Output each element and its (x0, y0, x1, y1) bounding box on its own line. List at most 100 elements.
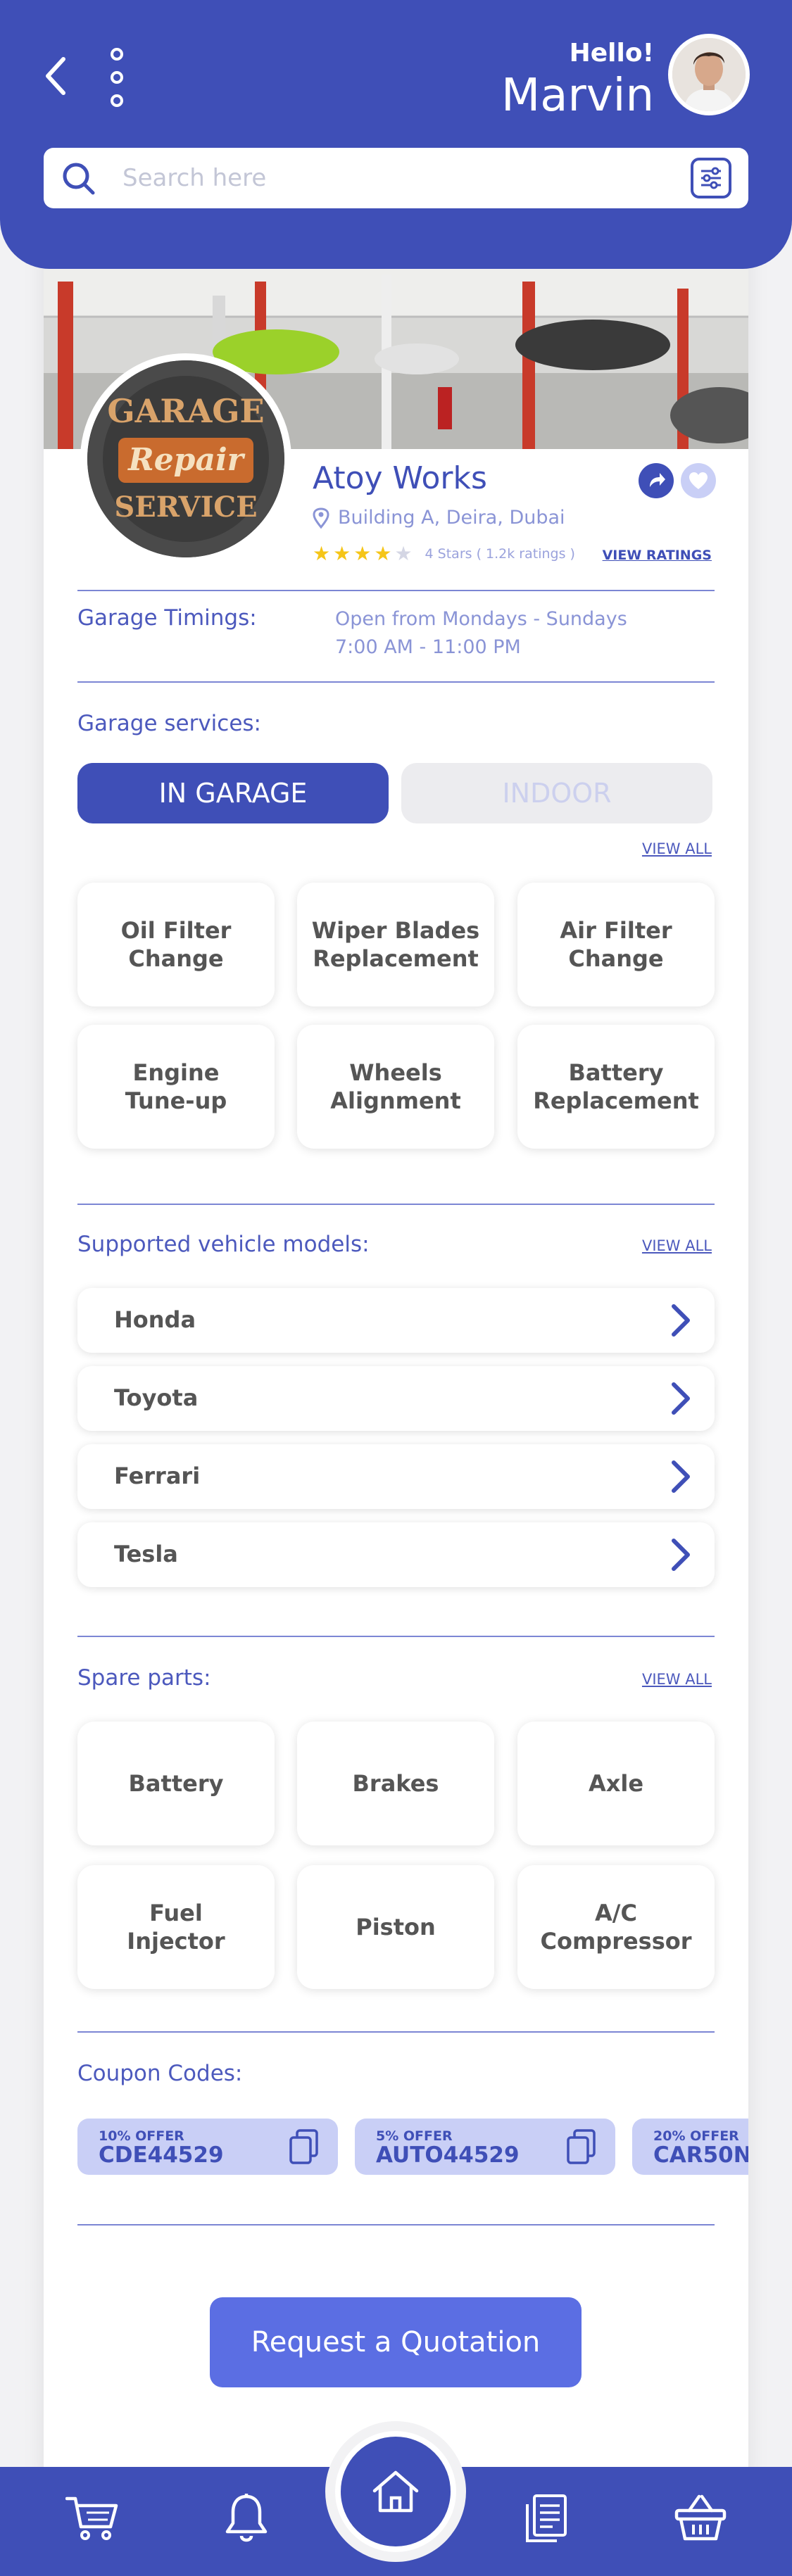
app-header: Hello! Marvin (0, 0, 792, 269)
heart-icon (689, 472, 708, 489)
logo-middle-text: Repair (127, 442, 246, 478)
garage-address: Building A, Deira, Dubai (313, 507, 565, 529)
tile-line: Injector (127, 1928, 225, 1955)
spare-part-tile[interactable]: Battery (77, 1722, 275, 1845)
tile-line: Air Filter (560, 917, 672, 944)
back-button[interactable] (35, 51, 75, 101)
copy-icon[interactable] (566, 2128, 597, 2165)
divider (77, 2031, 715, 2033)
basket-icon (674, 2494, 727, 2541)
vehicle-row[interactable]: Ferrari (77, 1444, 715, 1509)
document-icon (526, 2494, 567, 2542)
star-icon: ★ (374, 542, 392, 565)
bell-icon (225, 2494, 268, 2542)
logo-bottom-text: SERVICE (114, 491, 257, 524)
vehicle-row[interactable]: Honda (77, 1288, 715, 1353)
tile-line: Replacement (533, 1087, 699, 1114)
vehicle-name: Toyota (114, 1384, 199, 1411)
star-icon: ★ (394, 542, 413, 565)
tile-line: Tune-up (125, 1087, 227, 1114)
filter-icon (701, 167, 721, 189)
coupon-card[interactable]: 10% OFFER CDE44529 (77, 2119, 338, 2175)
garage-detail-card: GARAGE Repair SERVICE Atoy Works Buildin… (44, 232, 748, 2485)
tile-line: Oil Filter (120, 917, 232, 944)
spare-part-tile[interactable]: Fuel Injector (77, 1865, 275, 1989)
services-title: Garage services: (77, 711, 262, 736)
service-tile[interactable]: Wheels Alignment (297, 1025, 494, 1149)
spare-part-tile[interactable]: A/C Compressor (517, 1865, 715, 1989)
kebab-menu-icon[interactable] (103, 48, 131, 107)
service-tile[interactable]: Battery Replacement (517, 1025, 715, 1149)
spare-part-tile[interactable]: Brakes (297, 1722, 494, 1845)
nav-home[interactable] (335, 2431, 456, 2552)
nav-documents[interactable] (515, 2487, 578, 2550)
timings-hours: 7:00 AM - 11:00 PM (335, 636, 521, 658)
spare-part-tile[interactable]: Piston (297, 1865, 494, 1989)
service-tile[interactable]: Wiper Blades Replacement (297, 883, 494, 1006)
chevron-right-icon (672, 1304, 690, 1337)
vehicle-row[interactable]: Tesla (77, 1522, 715, 1587)
view-ratings-link[interactable]: VIEW RATINGS (603, 548, 712, 563)
search-bar[interactable] (44, 148, 748, 208)
nav-basket[interactable] (669, 2487, 732, 2550)
nav-cart[interactable] (61, 2487, 124, 2550)
star-icon: ★ (333, 542, 351, 565)
chevron-right-icon (672, 1539, 690, 1571)
request-quotation-button[interactable]: Request a Quotation (210, 2297, 582, 2387)
tile-line: Alignment (330, 1087, 461, 1114)
home-icon (372, 2470, 419, 2513)
tile-line: Compressor (540, 1928, 692, 1955)
search-input[interactable] (122, 158, 658, 198)
vehicle-row[interactable]: Toyota (77, 1366, 715, 1431)
share-button[interactable] (639, 463, 674, 498)
tile-line: Change (128, 945, 224, 972)
coupon-code: AUTO44529 (376, 2142, 520, 2168)
coupon-card[interactable]: 20% OFFER CAR50N (632, 2119, 748, 2175)
spare-part-tile[interactable]: Axle (517, 1722, 715, 1845)
timings-days: Open from Mondays - Sundays (335, 608, 627, 630)
address-text: Building A, Deira, Dubai (338, 507, 565, 529)
vehicle-name: Tesla (114, 1541, 178, 1567)
tile-line: Piston (356, 1914, 436, 1940)
cart-icon (65, 2496, 118, 2540)
share-icon (650, 473, 665, 487)
chevron-right-icon (672, 1460, 690, 1493)
coupon-offer: 10% OFFER (99, 2128, 184, 2144)
tile-line: Battery (128, 1770, 224, 1797)
garage-name: Atoy Works (313, 460, 487, 496)
service-tile[interactable]: Air Filter Change (517, 883, 715, 1006)
vehicles-title: Supported vehicle models: (77, 1232, 370, 1257)
divider (77, 681, 715, 683)
favorite-button[interactable] (681, 463, 716, 498)
service-tile[interactable]: Engine Tune-up (77, 1025, 275, 1149)
service-tile[interactable]: Oil Filter Change (77, 883, 275, 1006)
timings-value: Open from Mondays - Sundays 7:00 AM - 11… (335, 605, 627, 662)
filter-button[interactable] (691, 158, 731, 198)
search-icon (63, 163, 95, 195)
coupon-offer: 20% OFFER (653, 2128, 739, 2144)
spare-parts-title: Spare parts: (77, 1665, 211, 1691)
coupon-card[interactable]: 5% OFFER AUTO44529 (355, 2119, 615, 2175)
coupons-title: Coupon Codes: (77, 2061, 243, 2086)
nav-notifications[interactable] (215, 2487, 278, 2550)
coupon-offer: 5% OFFER (376, 2128, 453, 2144)
tile-line: Wheels (349, 1059, 442, 1086)
star-icon: ★ (313, 542, 331, 565)
greeting-text: Hello! (569, 39, 654, 68)
tile-line: Wiper Blades (311, 917, 480, 944)
tab-indoor[interactable]: INDOOR (401, 763, 712, 823)
divider (77, 2224, 715, 2225)
spare-parts-view-all-link[interactable]: VIEW ALL (642, 1671, 712, 1688)
copy-icon[interactable] (289, 2128, 320, 2165)
chevron-right-icon (672, 1382, 690, 1415)
garage-rating: ★ ★ ★ ★ ★ 4 Stars ( 1.2k ratings ) (313, 542, 575, 565)
divider (77, 1636, 715, 1637)
avatar[interactable] (668, 34, 750, 115)
services-view-all-link[interactable]: VIEW ALL (642, 840, 712, 857)
vehicles-view-all-link[interactable]: VIEW ALL (642, 1237, 712, 1254)
back-icon (46, 57, 65, 95)
coupon-code: CAR50N (653, 2142, 748, 2168)
tile-line: Change (568, 945, 664, 972)
divider (77, 1204, 715, 1205)
tab-in-garage[interactable]: IN GARAGE (77, 763, 389, 823)
